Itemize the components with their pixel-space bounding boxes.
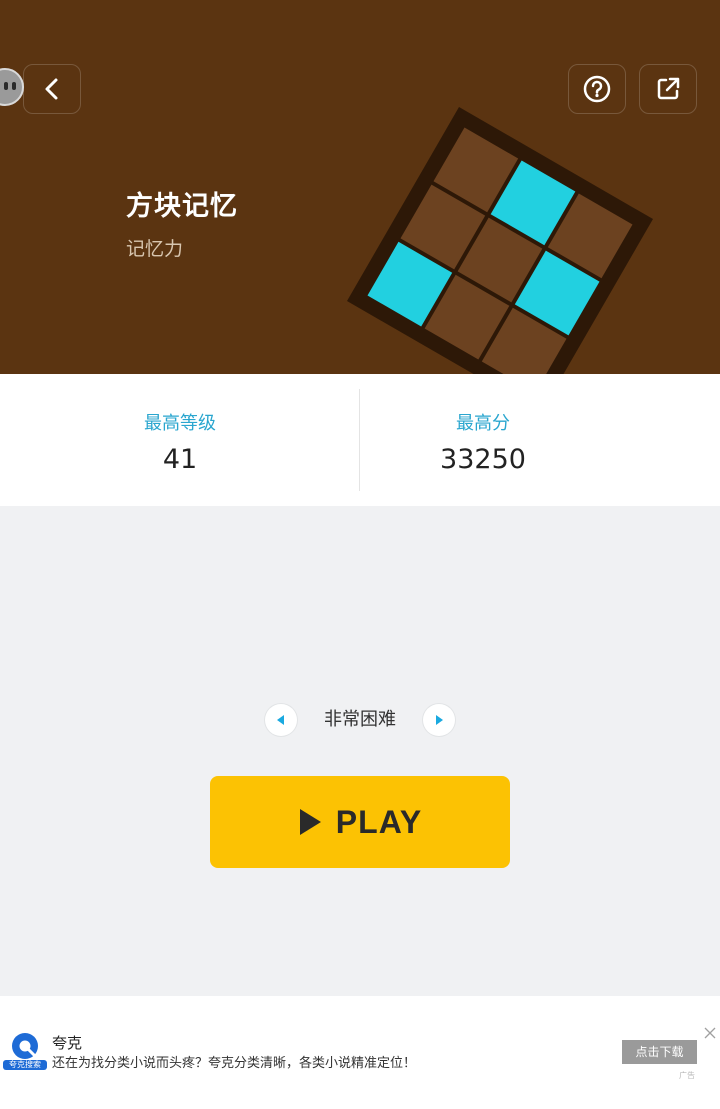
best-score-label: 最高分: [456, 413, 510, 434]
game-title: 方块记忆: [126, 191, 238, 222]
game-header: 方块记忆 记忆力: [0, 0, 720, 374]
ad-download-button[interactable]: 点击下载: [622, 1040, 697, 1064]
best-score-stat: 最高分 33250: [360, 374, 606, 506]
play-button[interactable]: PLAY: [210, 776, 510, 868]
ad-description: 还在为找分类小说而头疼？夸克分类清晰，各类小说精准定位！: [52, 1056, 417, 1071]
play-button-label: PLAY: [335, 803, 423, 840]
best-level-label: 最高等级: [144, 413, 216, 434]
triangle-right-icon: [436, 715, 443, 725]
game-category: 记忆力: [126, 238, 184, 260]
back-button[interactable]: [23, 64, 81, 114]
difficulty-next-button[interactable]: [423, 704, 455, 736]
block-memory-game-icon: [347, 107, 653, 374]
ad-title: 夸克: [52, 1034, 83, 1052]
chevron-left-icon: [45, 78, 58, 100]
stats-panel: 最高等级 41 最高分 33250: [0, 374, 720, 506]
ad-brand-badge: 夸克搜索: [3, 1060, 47, 1070]
ad-banner[interactable]: 夸克搜索 夸克 还在为找分类小说而头疼？夸克分类清晰，各类小说精准定位！ 点击下…: [0, 996, 720, 1109]
floating-assistant-icon[interactable]: [0, 68, 24, 106]
play-icon: [299, 809, 321, 835]
close-icon[interactable]: [703, 1026, 717, 1040]
ad-label: 广告: [679, 1071, 695, 1080]
best-score-value: 33250: [440, 444, 526, 475]
difficulty-label: 非常困难: [324, 709, 396, 730]
triangle-left-icon: [277, 715, 284, 725]
difficulty-prev-button[interactable]: [265, 704, 297, 736]
external-link-icon: [657, 77, 680, 100]
best-level-value: 41: [162, 444, 198, 475]
